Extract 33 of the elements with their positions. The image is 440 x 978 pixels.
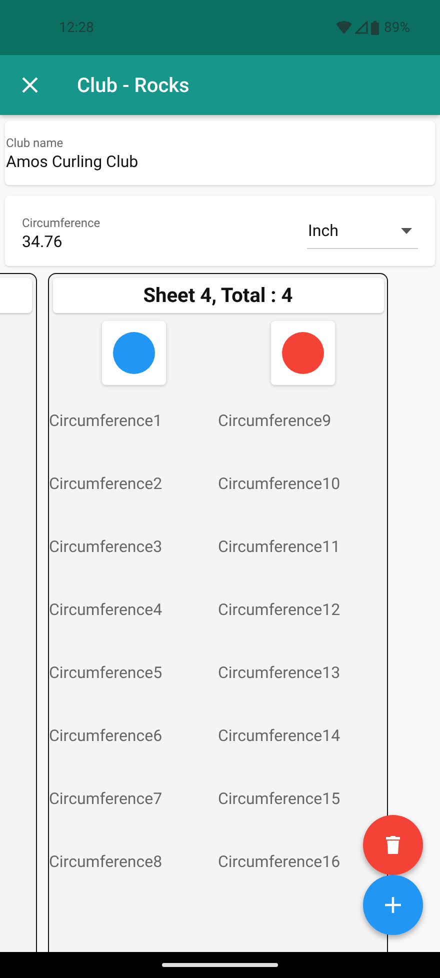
stone-button[interactable] [270,321,334,385]
circumference-label: Circumference1 [49,410,162,432]
trash-icon [386,836,400,854]
circumference-label: Circumference5 [49,662,162,684]
delete-button[interactable] [363,815,423,875]
circumference-label: Circumference12 [218,598,340,620]
circumference-label: Circumference2 [49,472,162,494]
circumference-label: Circumference7 [49,788,162,810]
close-icon[interactable] [22,77,38,93]
circumference-label: Circumference11 [218,536,340,558]
circumference-label: Circumference4 [49,598,162,620]
circumference-label: Circumference13 [218,662,340,684]
circumference-label: Circumference9 [218,410,332,432]
home-handle[interactable] [162,963,278,967]
stone-button[interactable] [102,321,166,385]
circumference-label: Circumference10 [218,472,340,494]
club-name-field[interactable]: Club name Amos Curling Club [5,121,435,185]
sheet-title: Sheet 4, Total : 4 [52,278,384,312]
dropdown-arrow-icon [401,228,412,234]
circumference-label: Circumference15 [218,788,340,810]
unit-dropdown[interactable]: Inch [307,214,418,248]
screen-title: Club - Rocks [77,73,190,97]
circumference-label: Circumference6 [49,724,162,746]
battery-icon [371,20,379,34]
circumference-label: Circumference8 [49,850,162,872]
wifi-icon [336,21,352,34]
plus-icon [385,897,401,913]
circumference-label: Circumference3 [49,536,162,558]
circumference-label: Circumference14 [218,724,340,746]
signal-icon [355,21,368,34]
circumference-field[interactable]: Circumference 34.76 [22,212,100,250]
circumference-label: Circumference16 [218,850,340,872]
add-button[interactable] [363,875,423,935]
